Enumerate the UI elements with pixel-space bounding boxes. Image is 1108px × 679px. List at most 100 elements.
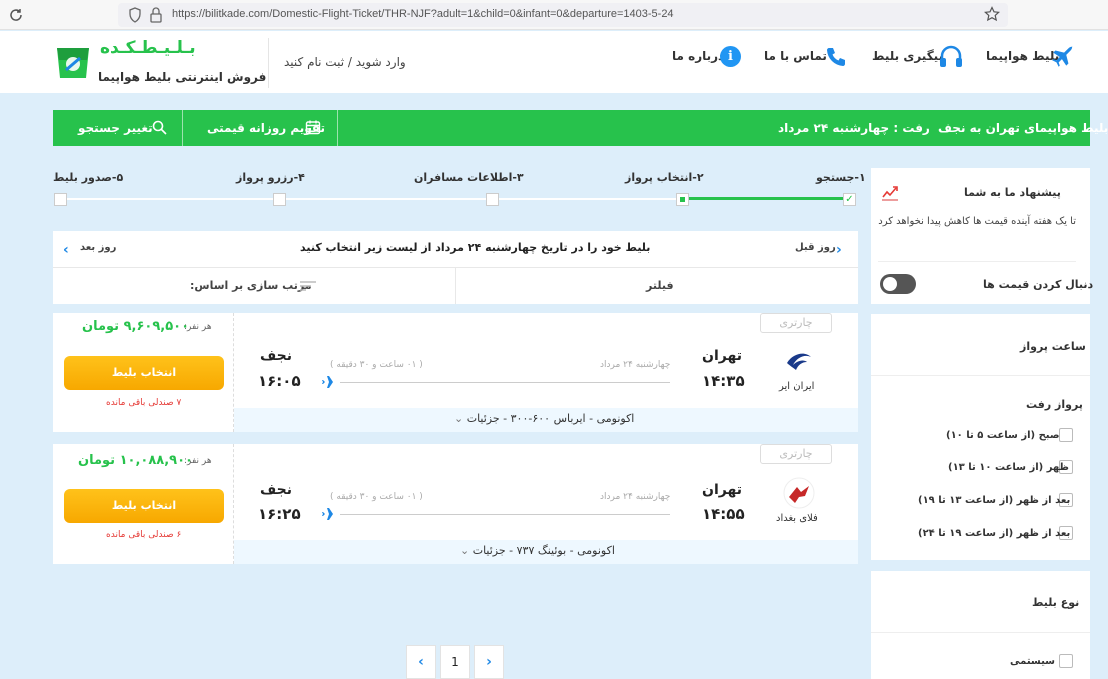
- chevron-left-icon: ‹: [63, 242, 69, 258]
- flight-details-link[interactable]: اکونومی - ایرباس ۶۰۰-۳۰۰ - جزئیات ⌄: [454, 412, 634, 425]
- step-select-flight: ۲-انتخاب پرواز: [625, 171, 704, 184]
- lock-icon: [150, 7, 162, 26]
- ticket-type-label: سیستمی: [1010, 656, 1055, 667]
- nav-flight-ticket-label: بلیط هواپیما: [986, 49, 1060, 63]
- step-search: ۱-جستجو: [816, 171, 866, 184]
- change-search-label: تغییر جستجو: [78, 121, 153, 135]
- login-link[interactable]: وارد شوید / ثبت نام کنید: [284, 55, 406, 69]
- departure-time: ۱۴:۵۵: [702, 505, 745, 523]
- ticket-type-checkbox[interactable]: [1059, 654, 1073, 668]
- step-marker-done: ✓: [843, 193, 856, 206]
- step-marker: [486, 193, 499, 206]
- sort-icon: [299, 280, 317, 295]
- step-marker-current: [676, 193, 689, 206]
- headset-icon: [938, 45, 964, 72]
- origin-city: تهران: [702, 482, 742, 498]
- seats-remaining: ۷ صندلی باقی مانده: [106, 398, 182, 408]
- flight-details-label: اکونومی - بوئینگ ۷۳۷ - جزئیات: [472, 544, 615, 557]
- calendar-icon: [305, 119, 321, 138]
- step-passenger-info: ۳-اطلاعات مسافران: [414, 171, 524, 184]
- step-issue: ۵-صدور بلیط: [53, 171, 124, 184]
- destination-city: نجف: [260, 482, 293, 498]
- day-message: بلیط خود را در تاریخ چهارشنبه ۲۴ مرداد ا…: [300, 241, 651, 254]
- depart-heading: پرواز رفت: [1026, 398, 1083, 411]
- chevron-right-icon: ›: [836, 242, 842, 258]
- step-reserve: ۴-رزرو پرواز: [236, 171, 305, 184]
- logo-tagline: فروش اینترنتی بلیط هواپیما: [98, 70, 267, 84]
- ticket-price: ۹,۶۰۹,۵۰۰ تومان: [82, 319, 190, 334]
- progress-fill: [682, 197, 850, 200]
- suggest-text: تا یک هفته آینده قیمت ها کاهش پیدا نخواه…: [878, 216, 1076, 227]
- select-ticket-button[interactable]: انتخاب بلیط: [64, 356, 224, 390]
- pagination-prev[interactable]: ‹: [406, 645, 436, 679]
- time-checkbox[interactable]: [1059, 428, 1073, 442]
- flight-time-title: ساعت پرواز: [1020, 340, 1086, 353]
- suggest-title: پیشنهاد ما به شما: [964, 186, 1061, 199]
- route-line: [340, 382, 670, 383]
- ticket-type-panel: [871, 571, 1090, 679]
- nav-about[interactable]: درباره ما: [672, 49, 724, 63]
- airline-name: ایران ایر: [779, 381, 815, 392]
- follow-price-label: دنبال کردن قیمت ها: [983, 278, 1094, 291]
- phone-icon: [824, 45, 848, 72]
- url-text[interactable]: https://bilitkade.com/Domestic-Flight-Ti…: [172, 8, 674, 20]
- seats-remaining: ۶ صندلی باقی مانده: [106, 530, 182, 540]
- chevron-down-icon: ⌄: [460, 544, 470, 557]
- panel-divider: [871, 632, 1090, 633]
- info-icon: i: [720, 46, 741, 67]
- nav-tracking[interactable]: پیگیری بلیط: [872, 49, 943, 63]
- destination-city: نجف: [260, 348, 293, 364]
- arrival-time: ۱۶:۲۵: [258, 505, 301, 523]
- ticket-price: ۱۰,۰۸۸,۹۰۰ تومان: [78, 453, 193, 468]
- reload-icon[interactable]: [8, 7, 24, 23]
- panel-divider: [878, 261, 1076, 262]
- logo-text: بـلـيـطـكـده: [100, 38, 196, 58]
- time-option-label: بعد از ظهر (از ساعت ۱۹ تا ۲۴): [918, 528, 1071, 539]
- charter-tag: چارتری: [760, 313, 832, 333]
- pagination-page[interactable]: 1: [440, 645, 470, 679]
- pagination-next[interactable]: ›: [474, 645, 504, 679]
- iranair-logo-icon: [783, 345, 815, 380]
- nav-flight-ticket[interactable]: بلیط هواپیما: [986, 49, 1059, 63]
- follow-price-toggle[interactable]: [880, 274, 916, 294]
- ticket-type-title: نوع بلیط: [1032, 596, 1080, 609]
- nav-contact-label: تماس با ما: [764, 49, 827, 63]
- nav-about-label: درباره ما: [672, 49, 725, 63]
- time-option-label: صبح (از ساعت ۵ تا ۱۰): [946, 430, 1060, 441]
- flight-duration: ( ۰۱ ساعت و ۳۰ دقیقه ): [330, 360, 423, 370]
- bookmark-star-icon[interactable]: [984, 6, 1000, 25]
- departure-date: چهارشنبه ۲۴ مرداد: [600, 360, 671, 370]
- search-icon: [152, 120, 167, 138]
- sort-label[interactable]: مرتب سازی بر اساس:: [190, 279, 312, 292]
- select-ticket-button[interactable]: انتخاب بلیط: [64, 489, 224, 523]
- flight-duration: ( ۰۱ ساعت و ۳۰ دقیقه ): [330, 492, 423, 502]
- route-date: رفت : چهارشنبه ۲۴ مرداد: [778, 121, 930, 135]
- flybaghdad-logo-icon: [783, 477, 815, 512]
- flight-details-link[interactable]: اکونومی - بوئینگ ۷۳۷ - جزئیات ⌄: [460, 544, 615, 557]
- flight-details-label: اکونومی - ایرباس ۶۰۰-۳۰۰ - جزئیات: [466, 412, 635, 425]
- time-option-label: ظهر (از ساعت ۱۰ تا ۱۳): [948, 462, 1069, 473]
- route-line: [340, 514, 670, 515]
- prev-day-label: روز قبل: [795, 242, 836, 253]
- chevron-right-icon: ›: [486, 654, 492, 670]
- nav-tracking-label: پیگیری بلیط: [872, 49, 944, 63]
- trend-chart-icon: [880, 182, 900, 205]
- time-option-label: بعد از ظهر (از ساعت ۱۳ تا ۱۹): [918, 495, 1071, 506]
- nav-contact[interactable]: تماس با ما: [764, 49, 827, 63]
- arrival-time: ۱۶:۰۵: [258, 372, 301, 390]
- origin-city: تهران: [702, 348, 742, 364]
- charter-tag: چارتری: [760, 444, 832, 464]
- chevron-down-icon: ⌄: [454, 412, 464, 425]
- panel-divider: [871, 375, 1090, 376]
- logo-icon[interactable]: [54, 42, 92, 82]
- shield-icon: [128, 7, 142, 26]
- filter-button[interactable]: فیلتر: [646, 279, 674, 292]
- next-day-label: روز بعد: [80, 242, 117, 253]
- chevron-left-icon: ‹: [418, 654, 424, 670]
- day-nav-divider: [455, 268, 456, 304]
- airplane-icon: [1050, 44, 1076, 73]
- plane-small-icon: [322, 374, 340, 393]
- route-title: بلیط هواپیمای تهران به نجف: [938, 121, 1108, 135]
- departure-date: چهارشنبه ۲۴ مرداد: [600, 492, 671, 502]
- departure-time: ۱۴:۳۵: [702, 372, 745, 390]
